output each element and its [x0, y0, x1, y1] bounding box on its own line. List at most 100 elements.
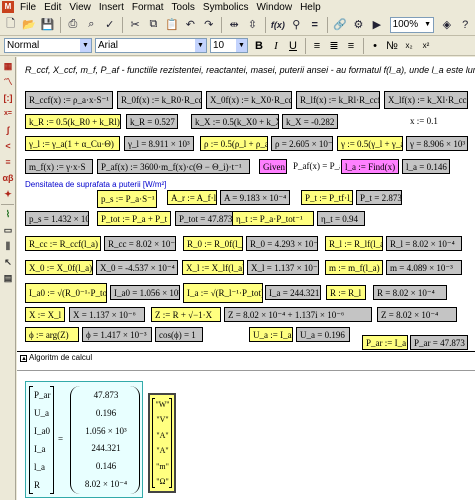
- eta-definition[interactable]: η_t := P_a·P_tot⁻¹: [232, 211, 314, 226]
- font-size-select[interactable]: 10 ▼: [210, 38, 248, 53]
- x0-definition[interactable]: X_0 := X_0f(l_a): [25, 260, 93, 275]
- region-algoritm[interactable]: ▲ Algoritm de calcul: [17, 351, 475, 363]
- style-select[interactable]: Normal ▼: [4, 38, 92, 53]
- gamma-l-result[interactable]: γ_l = 8.911 × 10³: [124, 136, 194, 151]
- pt-result[interactable]: P_t = 2.873: [356, 190, 402, 205]
- gamma-l-definition[interactable]: γ_l := γ_a(1 + α_Cu·Θ): [25, 136, 120, 151]
- chart-icon[interactable]: ⫼: [1, 239, 15, 253]
- align-left-icon[interactable]: ≡: [309, 38, 325, 54]
- r-result[interactable]: R = 8.02 × 10⁻⁴: [373, 285, 447, 300]
- component-wizard-icon[interactable]: ⚙: [350, 16, 367, 34]
- insert-hyperlink-icon[interactable]: 🔗: [331, 16, 348, 34]
- z-magnitude-result[interactable]: Z = 8.02 × 10⁻⁴: [377, 307, 457, 322]
- help-icon[interactable]: ?: [457, 16, 474, 34]
- x0-result[interactable]: X_0 = -4.537 × 10⁻⁴: [96, 260, 178, 275]
- r-definition[interactable]: R := R_l: [326, 285, 366, 300]
- matrix-palette-icon[interactable]: [:]: [1, 91, 15, 105]
- italic-button[interactable]: I: [268, 38, 284, 54]
- rcc-definition[interactable]: R_cc := R_ccf(l_a): [25, 236, 101, 251]
- subscript-icon[interactable]: x₂: [401, 38, 417, 54]
- ps-definition[interactable]: p_s := P_a·S⁻¹: [97, 190, 157, 208]
- resources-icon[interactable]: ⌇: [1, 207, 15, 221]
- r0-result[interactable]: R_0 = 4.293 × 10⁻⁵: [246, 236, 318, 251]
- new-document-icon[interactable]: 🗋: [2, 16, 19, 34]
- x-assign[interactable]: X := X_l: [25, 307, 65, 322]
- la-find[interactable]: l_a := Find(x): [341, 159, 399, 174]
- heading-text[interactable]: R_ccf, X_ccf, m_f, P_af - functiile rezi…: [25, 65, 475, 75]
- rlf-definition[interactable]: R_lf(x) := k_Rl·R_ccf(x): [296, 91, 380, 109]
- ar-definition[interactable]: A_r := A_f·l_a: [167, 190, 217, 205]
- resources-icon[interactable]: ◈: [438, 16, 455, 34]
- kr-result[interactable]: k_R = 0.527: [126, 114, 178, 129]
- ia0-definition[interactable]: I_a0 := √(R_0⁻¹·P_tot): [25, 283, 107, 303]
- programming-palette-icon[interactable]: ≡: [1, 155, 15, 169]
- align-horizontal-icon[interactable]: ⇹: [225, 16, 242, 34]
- zoom-select[interactable]: 100% ▼: [389, 16, 435, 33]
- ia-definition[interactable]: I_a := √(R_l⁻¹·P_tot): [183, 283, 263, 303]
- paf-constraint[interactable]: P_af(x) = P_a: [290, 159, 340, 174]
- z-complex-result[interactable]: Z = 8.02 × 10⁻⁴ + 1.137i × 10⁻⁶: [224, 307, 372, 322]
- copy-icon[interactable]: ⧉: [145, 16, 162, 34]
- graph-palette-icon[interactable]: ▭: [1, 223, 15, 237]
- phi-definition[interactable]: ϕ := arg(Z): [25, 327, 79, 342]
- pointer-icon[interactable]: ↖: [1, 255, 15, 269]
- pt-definition[interactable]: P_t := P_tf·l_a: [301, 190, 353, 205]
- align-vertical-icon[interactable]: ⇳: [244, 16, 261, 34]
- align-right-icon[interactable]: ≡: [343, 38, 359, 54]
- units-vector[interactable]: "W" "V" "A" "A" "m" "Ω": [148, 393, 176, 493]
- evaluation-palette-icon[interactable]: x=: [1, 107, 15, 121]
- paf-definition[interactable]: P_af(x) := 3600·m_f(x)·c(Θ − Θ_i)·t⁻¹: [97, 159, 250, 174]
- power-density-note[interactable]: Densitatea de suprafata a puterii [W/m²]: [25, 180, 166, 189]
- cos-phi-result[interactable]: cos(ϕ) = 1: [155, 327, 203, 342]
- kr-definition[interactable]: k_R := 0.5(k_R0 + k_Rl): [25, 114, 121, 129]
- cut-icon[interactable]: ✂: [126, 16, 143, 34]
- ua-result[interactable]: U_a = 0.196: [296, 327, 350, 342]
- boolean-palette-icon[interactable]: <: [1, 139, 15, 153]
- xlf-definition[interactable]: X_lf(x) := k_Xl·R_ccf(x): [384, 91, 468, 109]
- print-preview-icon[interactable]: ⌕: [83, 16, 100, 34]
- x-definition[interactable]: x := 0.1: [407, 114, 457, 129]
- menu-insert[interactable]: Insert: [95, 2, 128, 13]
- rho-result[interactable]: ρ = 2.605 × 10⁻⁸: [271, 136, 333, 151]
- superscript-icon[interactable]: x²: [418, 38, 434, 54]
- page-icon[interactable]: ▤: [1, 271, 15, 285]
- insert-unit-icon[interactable]: ⚲: [288, 16, 305, 34]
- r0f-definition[interactable]: R_0f(x) := k_R0·R_ccf(x): [117, 91, 202, 109]
- save-icon[interactable]: 💾: [39, 16, 56, 34]
- ps-result[interactable]: p_s = 1.432 × 10⁷: [25, 211, 89, 226]
- rho-definition[interactable]: ρ := 0.5(ρ_l + ρ_a): [200, 136, 268, 151]
- z-definition[interactable]: Z := R + √−1·X: [151, 307, 221, 322]
- numbering-icon[interactable]: №: [384, 38, 400, 54]
- m-definition[interactable]: m := m_f(l_a): [325, 260, 383, 275]
- redo-icon[interactable]: ↷: [200, 16, 217, 34]
- r0-definition[interactable]: R_0 := R_0f(l_a): [183, 236, 243, 251]
- expand-region-icon[interactable]: ▲: [20, 355, 27, 362]
- mf-definition[interactable]: m_f(x) := γ·x·S: [25, 159, 93, 174]
- kx-definition[interactable]: k_X := 0.5(k_X0 + k_Xl): [191, 114, 279, 129]
- spell-check-icon[interactable]: ✓: [101, 16, 118, 34]
- calculator-palette-icon[interactable]: ▦: [1, 59, 15, 73]
- ia-result[interactable]: I_a = 244.321: [265, 285, 321, 300]
- mathcad-icon[interactable]: M: [2, 1, 14, 13]
- underline-button[interactable]: U: [285, 38, 301, 54]
- results-matrix[interactable]: P_ar U_a I_a0 I_a l_a R = 47.873 0.196 1…: [25, 381, 143, 498]
- open-icon[interactable]: 📂: [20, 16, 37, 34]
- gamma-definition[interactable]: γ := 0.5(γ_l + γ_a): [337, 136, 403, 151]
- gamma-result[interactable]: γ = 8.906 × 10³: [406, 136, 468, 151]
- undo-icon[interactable]: ↶: [182, 16, 199, 34]
- ia0-result[interactable]: I_a0 = 1.056 × 10³: [110, 285, 180, 300]
- ua-definition[interactable]: U_a := I_a·Z: [249, 327, 293, 342]
- menu-view[interactable]: View: [65, 2, 95, 13]
- menu-edit[interactable]: Edit: [40, 2, 65, 13]
- a-result[interactable]: A = 9.183 × 10⁻⁴: [220, 190, 290, 205]
- run-script-icon[interactable]: ▶: [368, 16, 385, 34]
- insert-function-icon[interactable]: f(x): [269, 16, 286, 34]
- kx-result[interactable]: k_X = -0.282: [282, 114, 338, 129]
- menu-file[interactable]: File: [16, 2, 40, 13]
- align-center-icon[interactable]: ≣: [326, 38, 342, 54]
- bullets-icon[interactable]: •: [367, 38, 383, 54]
- eta-result[interactable]: η_t = 0.94: [317, 211, 365, 226]
- graph-palette-icon[interactable]: 〽: [1, 75, 15, 89]
- par-result[interactable]: P_ar = 47.873: [410, 335, 468, 350]
- ptot-definition[interactable]: P_tot := P_a + P_t: [97, 211, 171, 226]
